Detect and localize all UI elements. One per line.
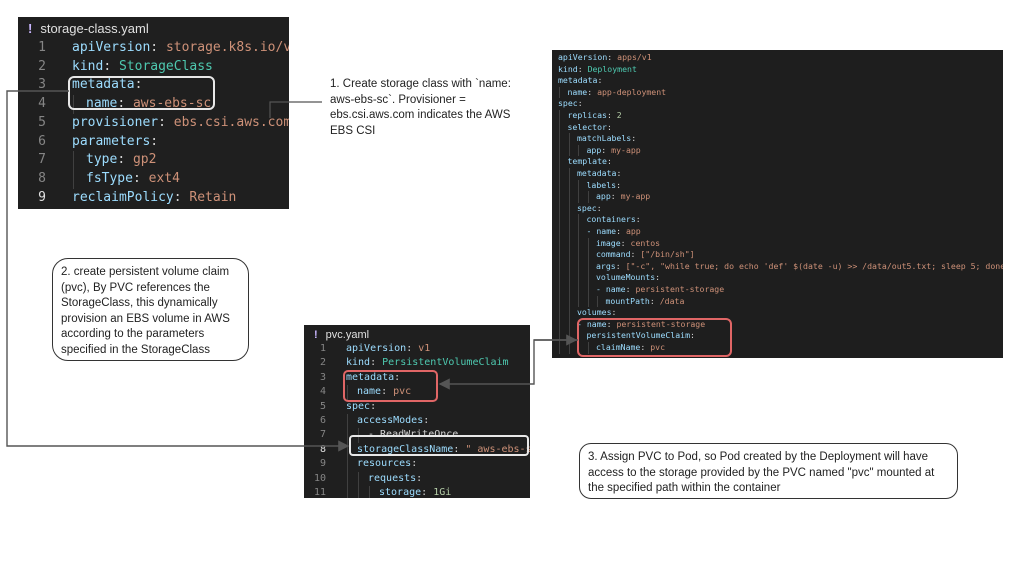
highlight-pvc-storageclass: [349, 435, 529, 456]
highlight-sc-metadata: [68, 76, 215, 110]
highlight-pvc-metadata: [343, 370, 438, 402]
highlight-deploy-volumes: [577, 318, 732, 357]
arrow-sc-to-pvc: [6, 90, 350, 452]
annotation-overlay: [6, 76, 732, 456]
arrow-deploy-to-pvc: [438, 339, 578, 390]
leader-line-note1: [269, 101, 322, 118]
